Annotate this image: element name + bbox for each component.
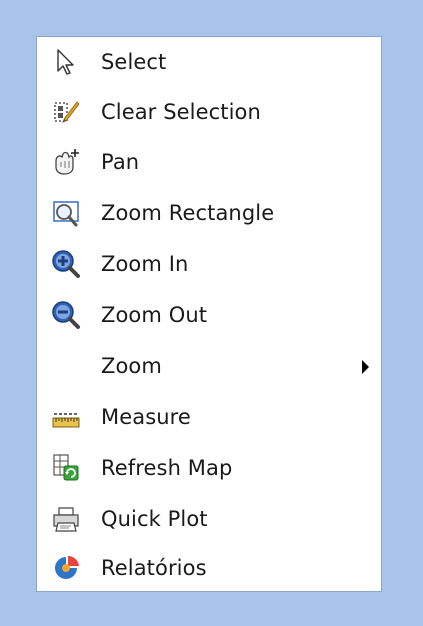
- menu-item-label: Zoom Out: [101, 303, 208, 327]
- menu-item-quick-plot[interactable]: Quick Plot: [37, 496, 381, 542]
- ruler-icon: [51, 402, 81, 432]
- reports-icon: [51, 553, 81, 583]
- menu-item-select[interactable]: Select: [37, 39, 381, 85]
- menu-item-label: Select: [101, 50, 167, 74]
- menu-item-zoom-in[interactable]: Zoom In: [37, 241, 381, 287]
- context-menu: Select Clear Selection Pan Zoom Rectangl…: [36, 36, 382, 592]
- menu-item-relatorios[interactable]: Relatórios: [37, 545, 381, 591]
- menu-item-label: Relatórios: [101, 556, 207, 580]
- menu-item-label: Zoom: [101, 354, 162, 378]
- zoom-out-icon: [51, 300, 81, 330]
- menu-item-label: Pan: [101, 150, 140, 174]
- menu-item-label: Zoom In: [101, 252, 189, 276]
- menu-item-label: Zoom Rectangle: [101, 201, 275, 225]
- submenu-arrow-icon: [362, 360, 369, 374]
- menu-item-pan[interactable]: Pan: [37, 139, 381, 185]
- menu-item-label: Clear Selection: [101, 100, 261, 124]
- refresh-map-icon: [51, 453, 81, 483]
- menu-item-clear-selection[interactable]: Clear Selection: [37, 89, 381, 135]
- menu-item-label: Quick Plot: [101, 507, 208, 531]
- pan-hand-icon: [51, 147, 81, 177]
- menu-item-zoom-rectangle[interactable]: Zoom Rectangle: [37, 190, 381, 236]
- clear-selection-icon: [51, 97, 81, 127]
- menu-item-label: Measure: [101, 405, 191, 429]
- cursor-arrow-icon: [51, 47, 81, 77]
- zoom-in-icon: [51, 249, 81, 279]
- menu-item-label: Refresh Map: [101, 456, 233, 480]
- menu-item-zoom-out[interactable]: Zoom Out: [37, 292, 381, 338]
- menu-item-zoom-submenu[interactable]: Zoom: [37, 343, 381, 389]
- menu-item-refresh-map[interactable]: Refresh Map: [37, 445, 381, 491]
- quick-plot-icon: [51, 504, 81, 534]
- menu-item-measure[interactable]: Measure: [37, 394, 381, 440]
- zoom-rectangle-icon: [51, 198, 81, 228]
